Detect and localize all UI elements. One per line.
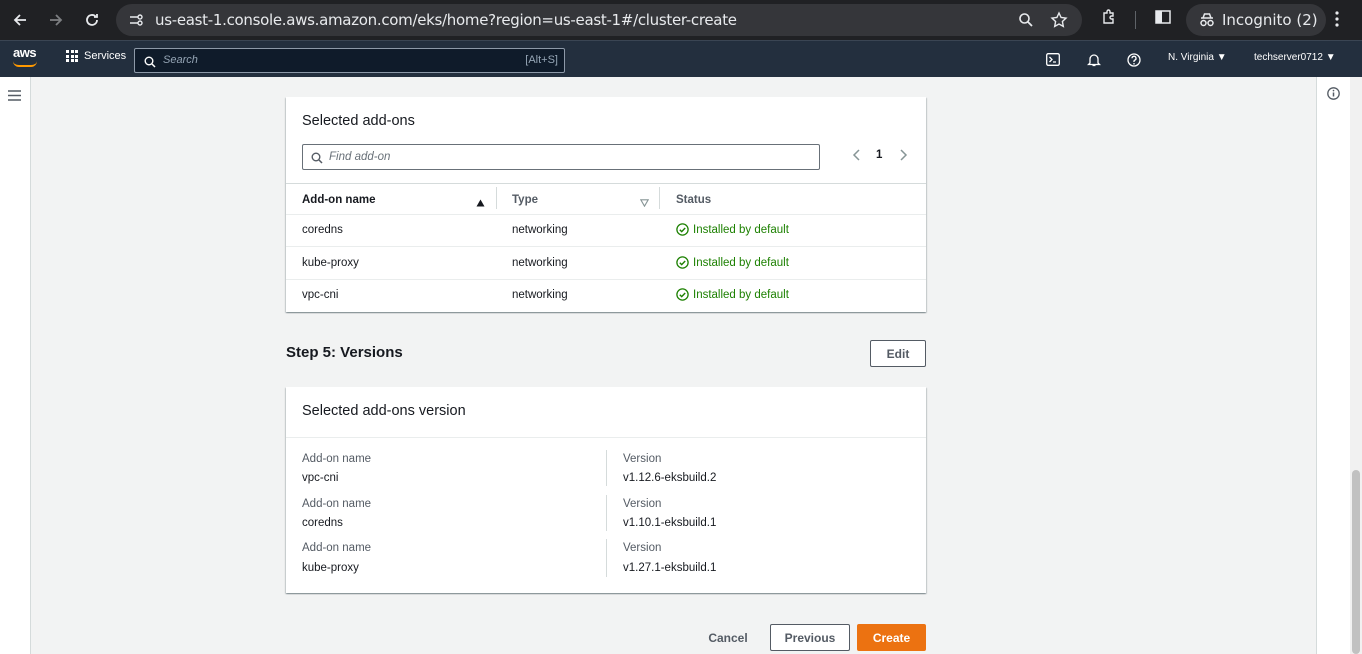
addon-name-label: Add-on name: [302, 498, 372, 510]
addon-name-label: Add-on name: [302, 453, 372, 465]
selected-addons-panel: Selected add-ons Find add-on 1 Add-on na…: [286, 97, 926, 312]
aws-search-input[interactable]: Search [Alt+S]: [134, 48, 565, 73]
left-navigation-rail: [0, 77, 31, 654]
pagination-page-1[interactable]: 1: [876, 149, 882, 161]
status-text: Installed by default: [693, 223, 789, 236]
step-5-title: Step 5: Versions: [286, 344, 403, 361]
panel-header-divider: [286, 437, 926, 438]
version-label: Version: [623, 453, 662, 465]
column-separator: [606, 495, 607, 531]
row-divider: [286, 279, 926, 280]
side-panel-icon[interactable]: [1154, 8, 1172, 31]
addon-type-cell: networking: [512, 289, 568, 301]
right-tools-rail: [1316, 77, 1350, 654]
version-value: v1.27.1-eksbuild.1: [623, 562, 717, 574]
region-label: N. Virginia: [1168, 52, 1214, 63]
account-caret-icon: ▼: [1325, 52, 1336, 63]
sort-ascending-icon[interactable]: [476, 194, 485, 212]
column-separator: [606, 450, 607, 486]
pagination-next-icon[interactable]: [898, 148, 908, 165]
success-check-icon: [676, 223, 689, 236]
sort-unsorted-icon[interactable]: [639, 194, 650, 212]
addons-version-title: Selected add-ons version: [302, 403, 466, 419]
success-check-icon: [676, 256, 689, 269]
forward-icon[interactable]: [44, 8, 68, 32]
column-separator: [606, 539, 607, 577]
status-text: Installed by default: [693, 256, 789, 269]
addon-type-cell: networking: [512, 224, 568, 236]
addons-version-panel: Selected add-ons version Add-on name vpc…: [286, 387, 926, 593]
search-icon: [144, 55, 156, 73]
incognito-label: Incognito (2): [1222, 11, 1318, 29]
addon-type-cell: networking: [512, 257, 568, 269]
zoom-icon[interactable]: [1018, 12, 1034, 33]
version-label: Version: [623, 498, 662, 510]
search-shortcut: [Alt+S]: [525, 54, 558, 66]
status-text: Installed by default: [693, 288, 789, 301]
table-top-border: [286, 183, 926, 184]
aws-logo-smile: [13, 61, 37, 67]
pagination-prev-icon[interactable]: [852, 148, 862, 165]
create-button[interactable]: Create: [857, 624, 926, 651]
region-selector[interactable]: N. Virginia ▼: [1168, 52, 1227, 63]
addon-name-value: vpc-cni: [302, 472, 339, 484]
services-grid-icon: [66, 50, 78, 62]
region-caret-icon: ▼: [1216, 52, 1227, 63]
col-header-addon-name[interactable]: Add-on name: [302, 194, 375, 206]
account-label: techserver0712: [1254, 52, 1323, 63]
header-divider: [286, 214, 926, 215]
url-text: us-east-1.console.aws.amazon.com/eks/hom…: [155, 11, 737, 29]
find-addon-placeholder: Find add-on: [329, 151, 391, 163]
col-header-status[interactable]: Status: [676, 194, 711, 206]
addon-status-cell: Installed by default: [676, 223, 789, 236]
find-search-icon: [311, 151, 323, 169]
column-separator: [496, 187, 497, 209]
column-separator: [659, 187, 660, 209]
cloudshell-icon[interactable]: [1046, 53, 1060, 69]
back-icon[interactable]: [8, 8, 32, 32]
bookmark-star-icon[interactable]: [1050, 11, 1068, 34]
version-value: v1.10.1-eksbuild.1: [623, 517, 717, 529]
addon-name-value: kube-proxy: [302, 562, 359, 574]
cancel-button[interactable]: Cancel: [700, 624, 756, 651]
addon-name-cell: kube-proxy: [302, 257, 359, 269]
notifications-bell-icon[interactable]: [1086, 53, 1102, 70]
incognito-indicator[interactable]: Incognito (2): [1186, 4, 1326, 36]
browser-menu-icon[interactable]: [1334, 10, 1340, 33]
aws-top-nav: aws Services Search [Alt+S] N. Virginia …: [0, 40, 1362, 77]
hamburger-menu-icon[interactable]: [8, 88, 21, 106]
incognito-icon: [1198, 12, 1216, 32]
site-info-icon[interactable]: [128, 12, 144, 33]
addon-status-cell: Installed by default: [676, 288, 789, 301]
services-label: Services: [84, 50, 127, 62]
edit-button[interactable]: Edit: [870, 340, 926, 367]
find-addon-input[interactable]: Find add-on: [302, 144, 820, 170]
info-icon[interactable]: [1327, 87, 1340, 105]
services-menu[interactable]: Services: [66, 50, 126, 62]
scrollbar-thumb[interactable]: [1352, 470, 1360, 654]
extensions-icon[interactable]: [1100, 8, 1118, 31]
toolbar-divider: [1135, 11, 1136, 29]
aws-logo[interactable]: aws: [13, 45, 37, 60]
addon-name-cell: vpc-cni: [302, 289, 339, 301]
version-value: v1.12.6-eksbuild.2: [623, 472, 717, 484]
reload-icon[interactable]: [80, 8, 104, 32]
addon-name-value: coredns: [302, 517, 343, 529]
previous-button[interactable]: Previous: [770, 624, 850, 651]
row-divider: [286, 246, 926, 247]
addon-name-label: Add-on name: [302, 542, 372, 554]
help-icon[interactable]: [1127, 53, 1141, 70]
account-menu[interactable]: techserver0712 ▼: [1254, 52, 1336, 63]
search-placeholder: Search: [163, 54, 198, 66]
address-bar[interactable]: us-east-1.console.aws.amazon.com/eks/hom…: [116, 4, 1082, 36]
col-header-type[interactable]: Type: [512, 194, 538, 206]
version-label: Version: [623, 542, 662, 554]
addon-status-cell: Installed by default: [676, 256, 789, 269]
browser-toolbar: us-east-1.console.aws.amazon.com/eks/hom…: [0, 0, 1362, 40]
success-check-icon: [676, 288, 689, 301]
addon-name-cell: coredns: [302, 224, 343, 236]
selected-addons-title: Selected add-ons: [302, 113, 415, 129]
